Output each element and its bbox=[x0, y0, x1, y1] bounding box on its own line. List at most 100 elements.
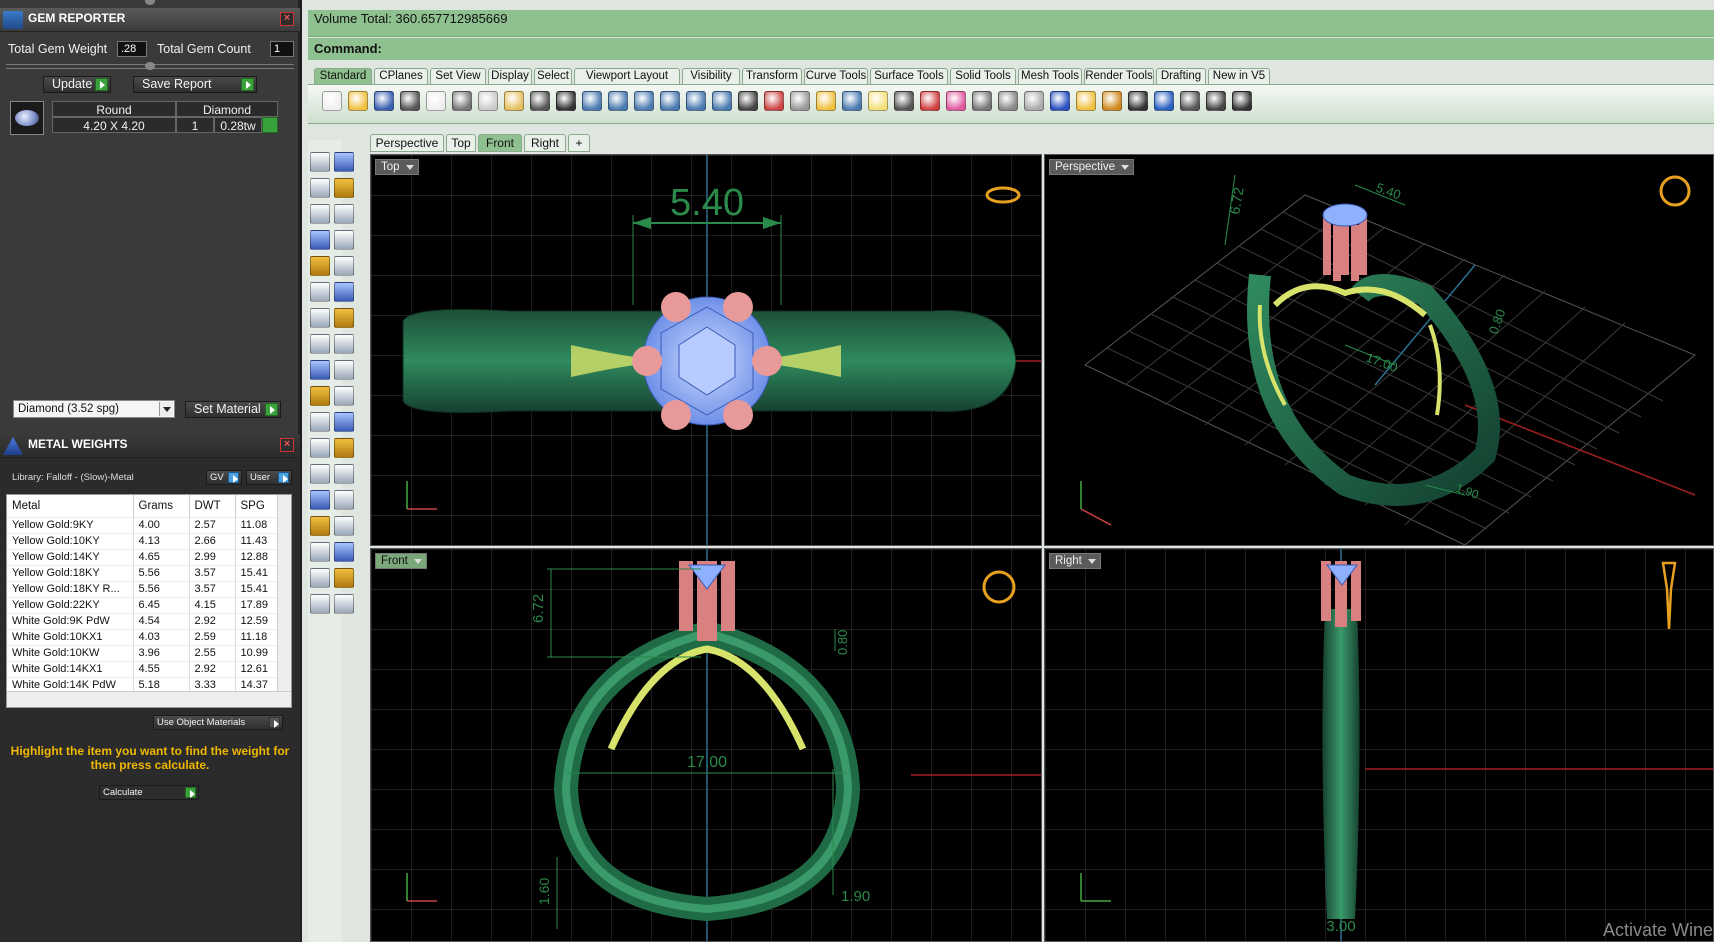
pan-icon[interactable] bbox=[556, 91, 576, 111]
render-sphere-icon[interactable] bbox=[972, 91, 992, 111]
col-dwt[interactable]: DWT bbox=[189, 495, 236, 517]
open-icon[interactable] bbox=[348, 91, 368, 111]
gem-qty-cell[interactable]: 1 bbox=[176, 117, 214, 133]
toolbar-tab-display[interactable]: Display bbox=[488, 68, 532, 85]
dimension-icon[interactable] bbox=[334, 464, 354, 484]
fillet-icon[interactable] bbox=[334, 360, 354, 380]
cap-icon[interactable] bbox=[334, 334, 354, 354]
grid-array-icon[interactable] bbox=[310, 542, 330, 562]
history-icon[interactable] bbox=[1180, 91, 1200, 111]
close-icon[interactable]: × bbox=[280, 438, 294, 452]
gear-icon[interactable] bbox=[1102, 91, 1122, 111]
paste-icon[interactable] bbox=[504, 91, 524, 111]
metal-table-row[interactable]: White Gold:10KW 3.96 2.55 10.99 bbox=[7, 644, 278, 661]
blend-icon[interactable] bbox=[310, 412, 330, 432]
horizontal-scrollbar[interactable] bbox=[7, 691, 291, 707]
copy-icon[interactable] bbox=[478, 91, 498, 111]
layer-icon[interactable] bbox=[920, 91, 940, 111]
print-icon[interactable] bbox=[400, 91, 420, 111]
light-icon[interactable] bbox=[868, 91, 888, 111]
array-icon[interactable] bbox=[310, 490, 330, 510]
offset-icon[interactable] bbox=[310, 438, 330, 458]
freeform-icon[interactable] bbox=[334, 256, 354, 276]
metal-table-row[interactable]: White Gold:9K PdW 4.54 2.92 12.59 bbox=[7, 612, 278, 629]
new-file-icon[interactable] bbox=[322, 91, 342, 111]
col-spg[interactable]: SPG bbox=[235, 495, 278, 517]
panel-grip[interactable] bbox=[145, 0, 155, 5]
toolbar-tab-standard[interactable]: Standard bbox=[314, 68, 372, 85]
transform-icon[interactable] bbox=[334, 516, 354, 536]
ungroup-icon[interactable] bbox=[334, 542, 354, 562]
gem-row-arrow-icon[interactable] bbox=[262, 117, 278, 133]
analyze-icon[interactable] bbox=[310, 568, 330, 588]
perspective-viewport[interactable]: 6.72 5.40 17.00 0.80 1.90 Perspective bbox=[1044, 154, 1714, 546]
perspective-viewport-label[interactable]: Perspective bbox=[1049, 159, 1135, 175]
cylinder-icon[interactable] bbox=[310, 334, 330, 354]
toolbar-tab-solid-tools[interactable]: Solid Tools bbox=[950, 68, 1016, 85]
block-icon[interactable] bbox=[310, 516, 330, 536]
metal-table-row[interactable]: White Gold:14KX1 4.55 2.92 12.61 bbox=[7, 660, 278, 677]
toolbar-tab-render-tools[interactable]: Render Tools bbox=[1084, 68, 1154, 85]
close-icon[interactable]: × bbox=[280, 12, 294, 26]
zoom-icon[interactable] bbox=[608, 91, 628, 111]
split-icon[interactable] bbox=[334, 386, 354, 406]
check-icon[interactable] bbox=[334, 568, 354, 588]
points-icon[interactable] bbox=[1206, 91, 1226, 111]
front-viewport-label[interactable]: Front bbox=[375, 553, 427, 569]
toolbar-tab-transform[interactable]: Transform bbox=[742, 68, 802, 85]
metal-table-row[interactable]: Yellow Gold:18KY R... 5.56 3.57 15.41 bbox=[7, 580, 278, 597]
explode-icon[interactable] bbox=[310, 360, 330, 380]
metal-table-row[interactable]: Yellow Gold:10KY 4.13 2.66 11.43 bbox=[7, 532, 278, 549]
mirror-icon[interactable] bbox=[334, 490, 354, 510]
arc-icon[interactable] bbox=[310, 230, 330, 250]
trim-icon[interactable] bbox=[310, 386, 330, 406]
material-icon[interactable] bbox=[334, 594, 354, 614]
undo-icon[interactable] bbox=[530, 91, 550, 111]
analyze-icon[interactable] bbox=[1076, 91, 1096, 111]
gv-toggle[interactable]: GV bbox=[206, 470, 242, 485]
lock-icon[interactable] bbox=[894, 91, 914, 111]
metal-table-row[interactable]: Yellow Gold:22KY 6.45 4.15 17.89 bbox=[7, 596, 278, 613]
right-viewport-label[interactable]: Right bbox=[1049, 553, 1101, 569]
toolbar-tab-mesh-tools[interactable]: Mesh Tools bbox=[1018, 68, 1082, 85]
save-icon[interactable] bbox=[374, 91, 394, 111]
point-icon[interactable] bbox=[334, 152, 354, 172]
command-line[interactable]: Command: bbox=[308, 38, 1714, 60]
toolbar-tab-drafting[interactable]: Drafting bbox=[1156, 68, 1206, 85]
zoom-extents-icon[interactable] bbox=[660, 91, 680, 111]
boolean-icon[interactable] bbox=[334, 308, 354, 328]
metal-table-row[interactable]: Yellow Gold:9KY 4.00 2.57 11.08 bbox=[7, 516, 278, 533]
toolbar-tab-new-in-v5[interactable]: New in V5 bbox=[1208, 68, 1270, 85]
check-icon[interactable] bbox=[1232, 91, 1252, 111]
gem-size-cell[interactable]: 4.20 X 4.20 bbox=[52, 117, 176, 133]
col-grams[interactable]: Grams bbox=[133, 495, 190, 517]
toolbar-tab-curve-tools[interactable]: Curve Tools bbox=[804, 68, 868, 85]
metal-table-row[interactable]: Yellow Gold:14KY 4.65 2.99 12.88 bbox=[7, 548, 278, 565]
metal-table-row[interactable]: Yellow Gold:18KY 5.56 3.57 15.41 bbox=[7, 564, 278, 581]
gem-tw-cell[interactable]: 0.28tw bbox=[214, 117, 262, 133]
surface-icon[interactable] bbox=[310, 282, 330, 302]
front-viewport[interactable]: 6.72 0.80 17.00 1.60 1.90 Front bbox=[370, 548, 1042, 942]
cut-icon[interactable] bbox=[452, 91, 472, 111]
calculate-button[interactable]: Calculate bbox=[99, 785, 199, 800]
vertical-scrollbar[interactable] bbox=[277, 495, 291, 691]
cplane-icon[interactable] bbox=[816, 91, 836, 111]
fillet-edge-icon[interactable] bbox=[334, 438, 354, 458]
zoom-dynamic-icon[interactable] bbox=[712, 91, 732, 111]
named-views-icon[interactable] bbox=[842, 91, 862, 111]
right-viewport[interactable]: 3.00 Right Activate Wine bbox=[1044, 548, 1714, 942]
globe-icon[interactable] bbox=[1050, 91, 1070, 111]
top-viewport[interactable]: 5.40 Top bbox=[370, 154, 1042, 546]
viewport-tab-top[interactable]: Top bbox=[446, 134, 476, 152]
zoom-selected-icon[interactable] bbox=[686, 91, 706, 111]
rectangle-icon[interactable] bbox=[334, 230, 354, 250]
options-icon[interactable] bbox=[790, 91, 810, 111]
car-icon[interactable] bbox=[764, 91, 784, 111]
shade-icon[interactable] bbox=[310, 594, 330, 614]
zoom-window-icon[interactable] bbox=[634, 91, 654, 111]
curve-icon[interactable] bbox=[334, 178, 354, 198]
grid-icon[interactable] bbox=[1128, 91, 1148, 111]
color-icon[interactable] bbox=[946, 91, 966, 111]
viewport-tab-front[interactable]: Front bbox=[478, 134, 522, 152]
splitter-grip[interactable] bbox=[145, 62, 155, 70]
